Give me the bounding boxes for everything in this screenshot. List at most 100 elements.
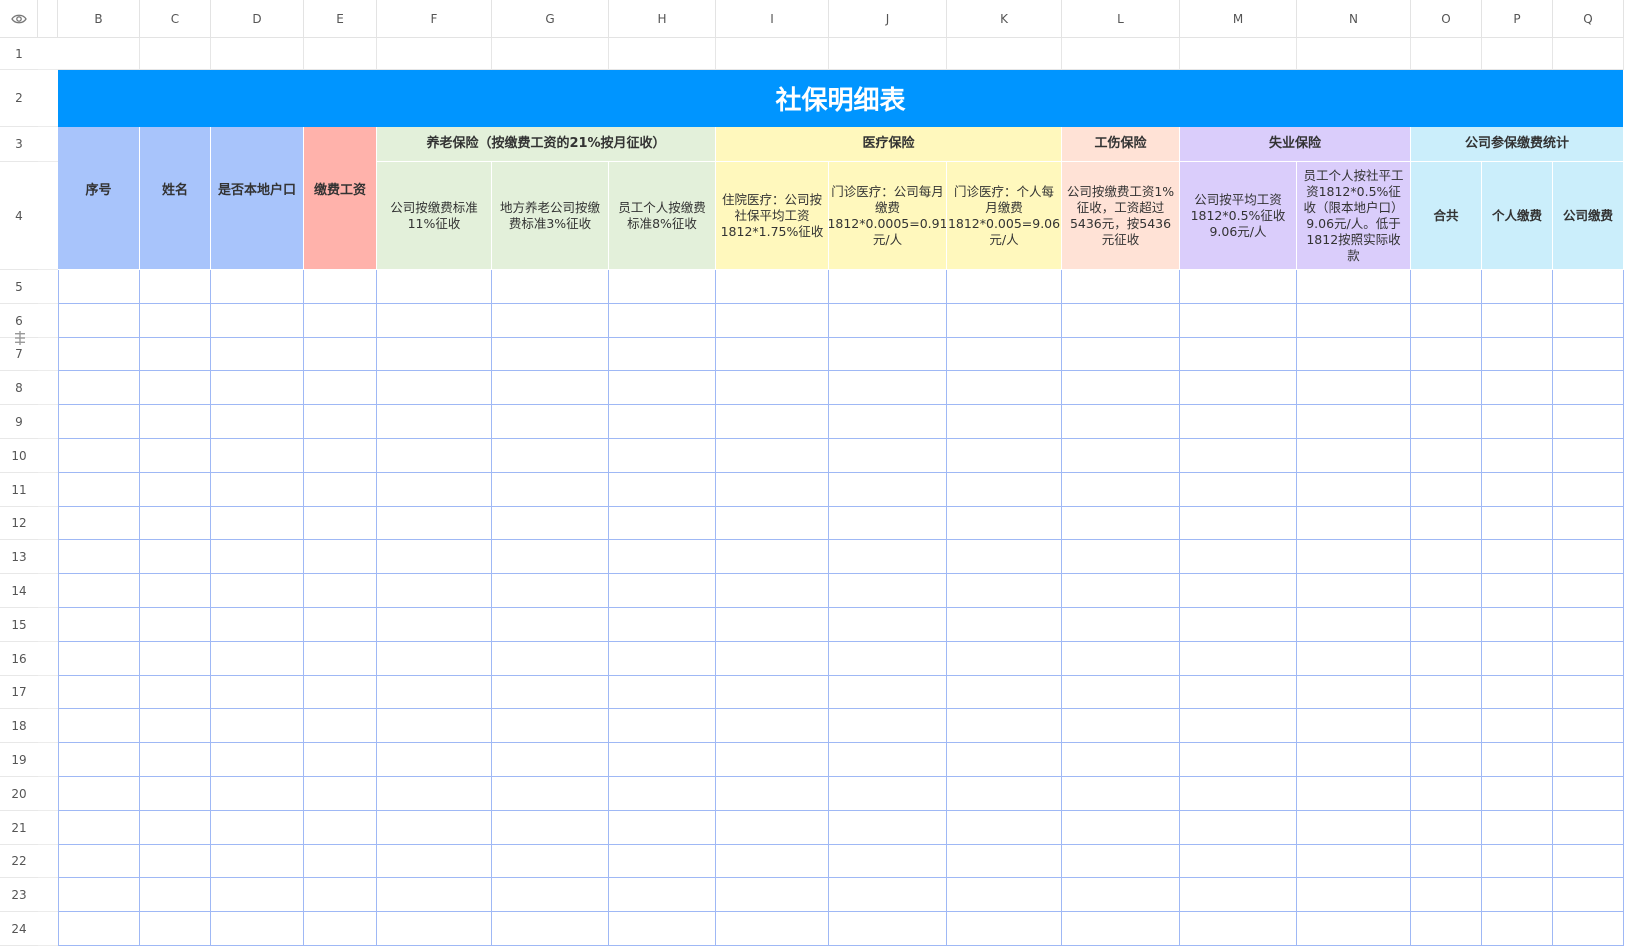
- cell-g9[interactable]: [492, 405, 609, 439]
- cell-k10[interactable]: [947, 439, 1062, 473]
- cell-j1[interactable]: [829, 38, 947, 70]
- cell-l8[interactable]: [1062, 371, 1180, 405]
- cell-e11[interactable]: [304, 473, 377, 507]
- cell-n24[interactable]: [1297, 912, 1411, 946]
- cell-l1[interactable]: [1062, 38, 1180, 70]
- cell-l22[interactable]: [1062, 845, 1180, 878]
- cell-d12[interactable]: [211, 507, 304, 540]
- cell-d19[interactable]: [211, 743, 304, 777]
- row-header-1[interactable]: 1: [0, 38, 38, 70]
- row-header-20[interactable]: 20: [0, 777, 38, 811]
- cell-k16[interactable]: [947, 642, 1062, 676]
- cell-o16[interactable]: [1411, 642, 1482, 676]
- cell-o14[interactable]: [1411, 574, 1482, 608]
- cell-e21[interactable]: [304, 811, 377, 845]
- cell-m6[interactable]: [1180, 304, 1297, 338]
- cell-b11[interactable]: [58, 473, 140, 507]
- cell-g22[interactable]: [492, 845, 609, 878]
- cell-p10[interactable]: [1482, 439, 1553, 473]
- row-header-15[interactable]: 15: [0, 608, 38, 642]
- cell-a5[interactable]: [38, 270, 58, 304]
- cell-n1[interactable]: [1297, 38, 1411, 70]
- cell-f16[interactable]: [377, 642, 492, 676]
- cell-e18[interactable]: [304, 709, 377, 743]
- subheader-h[interactable]: 员工个人按缴费标准8%征收: [609, 162, 716, 270]
- cell-o1[interactable]: [1411, 38, 1482, 70]
- cell-c21[interactable]: [140, 811, 211, 845]
- cell-k12[interactable]: [947, 507, 1062, 540]
- cell-l11[interactable]: [1062, 473, 1180, 507]
- cell-f6[interactable]: [377, 304, 492, 338]
- cell-c8[interactable]: [140, 371, 211, 405]
- cell-q14[interactable]: [1553, 574, 1624, 608]
- cell-d24[interactable]: [211, 912, 304, 946]
- column-header-b[interactable]: B: [58, 0, 140, 38]
- column-header-j[interactable]: J: [829, 0, 947, 38]
- cell-e20[interactable]: [304, 777, 377, 811]
- cell-g1[interactable]: [492, 38, 609, 70]
- cell-m14[interactable]: [1180, 574, 1297, 608]
- cell-n6[interactable]: [1297, 304, 1411, 338]
- cell-q18[interactable]: [1553, 709, 1624, 743]
- cell-d23[interactable]: [211, 878, 304, 912]
- cell-h8[interactable]: [609, 371, 716, 405]
- cell-q7[interactable]: [1553, 338, 1624, 371]
- cell-p23[interactable]: [1482, 878, 1553, 912]
- cell-l15[interactable]: [1062, 608, 1180, 642]
- cell-k22[interactable]: [947, 845, 1062, 878]
- cell-p7[interactable]: [1482, 338, 1553, 371]
- cell-a13[interactable]: [38, 540, 58, 574]
- cell-b23[interactable]: [58, 878, 140, 912]
- group-pension[interactable]: 养老保险（按缴费工资的21%按月征收）: [377, 127, 716, 162]
- cell-o23[interactable]: [1411, 878, 1482, 912]
- cell-k1[interactable]: [947, 38, 1062, 70]
- cell-l20[interactable]: [1062, 777, 1180, 811]
- cell-b13[interactable]: [58, 540, 140, 574]
- cell-g5[interactable]: [492, 270, 609, 304]
- cell-f7[interactable]: [377, 338, 492, 371]
- cell-f1[interactable]: [377, 38, 492, 70]
- cell-q8[interactable]: [1553, 371, 1624, 405]
- cell-e14[interactable]: [304, 574, 377, 608]
- cell-a1[interactable]: [38, 38, 58, 70]
- cell-o22[interactable]: [1411, 845, 1482, 878]
- group-injury[interactable]: 工伤保险: [1062, 127, 1180, 162]
- cell-h24[interactable]: [609, 912, 716, 946]
- cell-p5[interactable]: [1482, 270, 1553, 304]
- cell-e23[interactable]: [304, 878, 377, 912]
- cell-d6[interactable]: [211, 304, 304, 338]
- cell-p12[interactable]: [1482, 507, 1553, 540]
- cell-n11[interactable]: [1297, 473, 1411, 507]
- header-index[interactable]: 序号: [58, 127, 140, 270]
- cell-i15[interactable]: [716, 608, 829, 642]
- column-header-c[interactable]: C: [140, 0, 211, 38]
- cell-b6[interactable]: [58, 304, 140, 338]
- cell-l23[interactable]: [1062, 878, 1180, 912]
- column-header-f[interactable]: F: [377, 0, 492, 38]
- cell-a6[interactable]: [38, 304, 58, 338]
- cell-g7[interactable]: [492, 338, 609, 371]
- cell-p6[interactable]: [1482, 304, 1553, 338]
- cell-o10[interactable]: [1411, 439, 1482, 473]
- cell-a16[interactable]: [38, 642, 58, 676]
- subheader-n[interactable]: 员工个人按社平工资1812*0.5%征收（限本地户口）9.06元/人。低于181…: [1297, 162, 1411, 270]
- subheader-o[interactable]: 合共: [1411, 162, 1482, 270]
- cell-g13[interactable]: [492, 540, 609, 574]
- cell-f18[interactable]: [377, 709, 492, 743]
- cell-d15[interactable]: [211, 608, 304, 642]
- cell-l7[interactable]: [1062, 338, 1180, 371]
- cell-i7[interactable]: [716, 338, 829, 371]
- cell-i12[interactable]: [716, 507, 829, 540]
- subheader-m[interactable]: 公司按平均工资1812*0.5%征收9.06元/人: [1180, 162, 1297, 270]
- cell-p9[interactable]: [1482, 405, 1553, 439]
- cell-b18[interactable]: [58, 709, 140, 743]
- row-header-10[interactable]: 10: [0, 439, 38, 473]
- cell-q20[interactable]: [1553, 777, 1624, 811]
- cell-j16[interactable]: [829, 642, 947, 676]
- cell-c14[interactable]: [140, 574, 211, 608]
- cell-h1[interactable]: [609, 38, 716, 70]
- cell-l14[interactable]: [1062, 574, 1180, 608]
- cell-e12[interactable]: [304, 507, 377, 540]
- cell-n17[interactable]: [1297, 676, 1411, 709]
- cell-j19[interactable]: [829, 743, 947, 777]
